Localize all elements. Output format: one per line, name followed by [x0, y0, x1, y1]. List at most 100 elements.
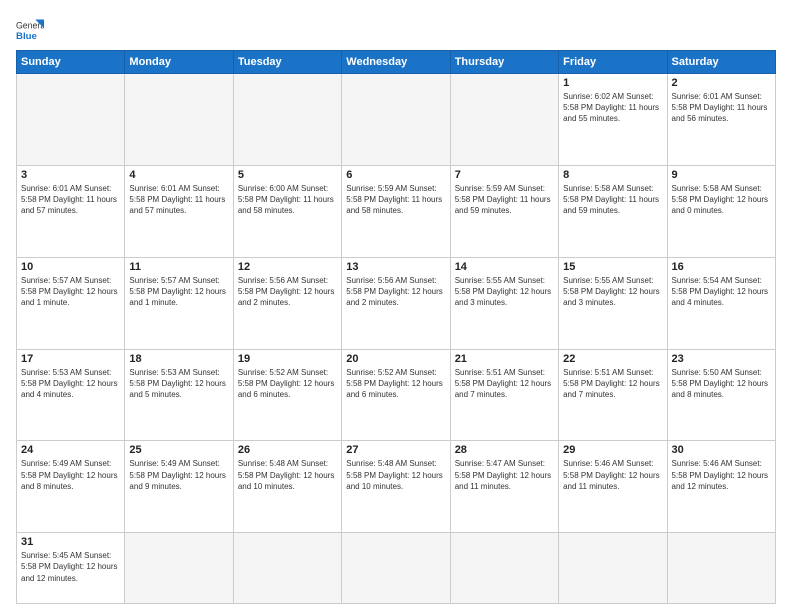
day-number: 7 [455, 169, 554, 181]
day-number: 3 [21, 169, 120, 181]
calendar-day-cell: 16Sunrise: 5:54 AM Sunset: 5:58 PM Dayli… [667, 257, 775, 349]
day-info: Sunrise: 5:52 AM Sunset: 5:58 PM Dayligh… [346, 367, 445, 401]
calendar-day-cell: 31 Sunrise: 5:45 AM Sunset: 5:58 PM Dayli… [17, 533, 125, 604]
calendar-day-cell: 13Sunrise: 5:56 AM Sunset: 5:58 PM Dayli… [342, 257, 450, 349]
calendar-day-cell: 14 Sunrise: 5:55 AM Sunset: 5:58 PM Dayli… [450, 257, 558, 349]
calendar-day-cell: 25Sunrise: 5:49 AM Sunset: 5:58 PM Dayli… [125, 441, 233, 533]
calendar-day-cell [125, 74, 233, 166]
calendar-day-cell: 24 Sunrise: 5:49 AM Sunset: 5:58 PM Dayli… [17, 441, 125, 533]
page: General Blue SundayMondayTuesdayWednesda… [0, 0, 792, 612]
day-info: Sunrise: 5:51 AM Sunset: 5:58 PM Dayligh… [455, 367, 554, 401]
day-info: Sunrise: 5:57 AM Sunset: 5:58 PM Dayligh… [21, 275, 120, 309]
calendar-week-row: 3 Sunrise: 6:01 AM Sunset: 5:58 PM Daylig… [17, 165, 776, 257]
day-number: 18 [129, 353, 228, 365]
calendar-day-cell: 20Sunrise: 5:52 AM Sunset: 5:58 PM Dayli… [342, 349, 450, 441]
day-info: Sunrise: 5:56 AM Sunset: 5:58 PM Dayligh… [238, 275, 337, 309]
day-number: 29 [563, 444, 662, 456]
calendar-day-cell: 3 Sunrise: 6:01 AM Sunset: 5:58 PM Daylig… [17, 165, 125, 257]
day-number: 2 [672, 77, 771, 89]
calendar-day-cell [450, 533, 558, 604]
calendar-week-row: 24 Sunrise: 5:49 AM Sunset: 5:58 PM Dayli… [17, 441, 776, 533]
calendar-day-cell: 5 Sunrise: 6:00 AM Sunset: 5:58 PM Daylig… [233, 165, 341, 257]
header-area: General Blue [16, 12, 776, 44]
calendar-day-cell: 26Sunrise: 5:48 AM Sunset: 5:58 PM Dayli… [233, 441, 341, 533]
calendar-day-cell: 2 Sunrise: 6:01 AM Sunset: 5:58 PM Daylig… [667, 74, 775, 166]
day-number: 4 [129, 169, 228, 181]
day-info: Sunrise: 5:54 AM Sunset: 5:58 PM Dayligh… [672, 275, 771, 309]
weekday-header-wednesday: Wednesday [342, 51, 450, 74]
svg-text:Blue: Blue [16, 31, 37, 42]
day-info: Sunrise: 5:52 AM Sunset: 5:58 PM Dayligh… [238, 367, 337, 401]
calendar-day-cell [125, 533, 233, 604]
weekday-header-thursday: Thursday [450, 51, 558, 74]
weekday-header-monday: Monday [125, 51, 233, 74]
calendar-header-row: SundayMondayTuesdayWednesdayThursdayFrid… [17, 51, 776, 74]
day-number: 9 [672, 169, 771, 181]
calendar-day-cell: 22 Sunrise: 5:51 AM Sunset: 5:58 PM Dayli… [559, 349, 667, 441]
logo: General Blue [16, 16, 44, 44]
day-number: 23 [672, 353, 771, 365]
day-info: Sunrise: 5:46 AM Sunset: 5:58 PM Dayligh… [563, 458, 662, 492]
calendar-day-cell [450, 74, 558, 166]
day-info: Sunrise: 5:53 AM Sunset: 5:58 PM Dayligh… [129, 367, 228, 401]
calendar-day-cell: 4 Sunrise: 6:01 AM Sunset: 5:58 PM Daylig… [125, 165, 233, 257]
day-info: Sunrise: 5:55 AM Sunset: 5:58 PM Dayligh… [455, 275, 554, 309]
calendar-day-cell: 15 Sunrise: 5:55 AM Sunset: 5:58 PM Dayli… [559, 257, 667, 349]
calendar-table: SundayMondayTuesdayWednesdayThursdayFrid… [16, 50, 776, 604]
weekday-header-sunday: Sunday [17, 51, 125, 74]
day-number: 22 [563, 353, 662, 365]
calendar-day-cell: 28 Sunrise: 5:47 AM Sunset: 5:58 PM Dayli… [450, 441, 558, 533]
calendar-day-cell: 9 Sunrise: 5:58 AM Sunset: 5:58 PM Daylig… [667, 165, 775, 257]
calendar-day-cell: 10 Sunrise: 5:57 AM Sunset: 5:58 PM Dayli… [17, 257, 125, 349]
calendar-day-cell [667, 533, 775, 604]
day-number: 30 [672, 444, 771, 456]
day-info: Sunrise: 5:50 AM Sunset: 5:58 PM Dayligh… [672, 367, 771, 401]
calendar-day-cell: 7 Sunrise: 5:59 AM Sunset: 5:58 PM Daylig… [450, 165, 558, 257]
day-info: Sunrise: 5:47 AM Sunset: 5:58 PM Dayligh… [455, 458, 554, 492]
day-info: Sunrise: 5:58 AM Sunset: 5:58 PM Dayligh… [563, 183, 662, 217]
calendar-day-cell: 6Sunrise: 5:59 AM Sunset: 5:58 PM Daylig… [342, 165, 450, 257]
day-number: 10 [21, 261, 120, 273]
day-number: 21 [455, 353, 554, 365]
day-number: 27 [346, 444, 445, 456]
day-number: 8 [563, 169, 662, 181]
day-number: 26 [238, 444, 337, 456]
day-number: 17 [21, 353, 120, 365]
day-info: Sunrise: 5:48 AM Sunset: 5:58 PM Dayligh… [346, 458, 445, 492]
day-number: 15 [563, 261, 662, 273]
calendar-week-row: 10 Sunrise: 5:57 AM Sunset: 5:58 PM Dayli… [17, 257, 776, 349]
calendar-day-cell: 11 Sunrise: 5:57 AM Sunset: 5:58 PM Dayli… [125, 257, 233, 349]
day-number: 24 [21, 444, 120, 456]
weekday-header-saturday: Saturday [667, 51, 775, 74]
calendar-week-row: 17 Sunrise: 5:53 AM Sunset: 5:58 PM Dayli… [17, 349, 776, 441]
calendar-day-cell: 29 Sunrise: 5:46 AM Sunset: 5:58 PM Dayli… [559, 441, 667, 533]
day-info: Sunrise: 6:00 AM Sunset: 5:58 PM Dayligh… [238, 183, 337, 217]
day-info: Sunrise: 5:49 AM Sunset: 5:58 PM Dayligh… [21, 458, 120, 492]
calendar-day-cell: 17 Sunrise: 5:53 AM Sunset: 5:58 PM Dayli… [17, 349, 125, 441]
day-info: Sunrise: 5:57 AM Sunset: 5:58 PM Dayligh… [129, 275, 228, 309]
day-info: Sunrise: 5:45 AM Sunset: 5:58 PM Dayligh… [21, 550, 120, 584]
day-info: Sunrise: 5:55 AM Sunset: 5:58 PM Dayligh… [563, 275, 662, 309]
calendar-day-cell [233, 533, 341, 604]
day-number: 31 [21, 536, 120, 548]
day-info: Sunrise: 5:58 AM Sunset: 5:58 PM Dayligh… [672, 183, 771, 217]
day-number: 14 [455, 261, 554, 273]
calendar-day-cell [233, 74, 341, 166]
day-info: Sunrise: 6:01 AM Sunset: 5:58 PM Dayligh… [129, 183, 228, 217]
day-number: 28 [455, 444, 554, 456]
day-info: Sunrise: 5:59 AM Sunset: 5:58 PM Dayligh… [346, 183, 445, 217]
calendar-day-cell [342, 533, 450, 604]
calendar-week-row: 31 Sunrise: 5:45 AM Sunset: 5:58 PM Dayli… [17, 533, 776, 604]
day-info: Sunrise: 5:51 AM Sunset: 5:58 PM Dayligh… [563, 367, 662, 401]
day-number: 12 [238, 261, 337, 273]
day-number: 11 [129, 261, 228, 273]
day-info: Sunrise: 5:53 AM Sunset: 5:58 PM Dayligh… [21, 367, 120, 401]
day-info: Sunrise: 6:01 AM Sunset: 5:58 PM Dayligh… [672, 91, 771, 125]
calendar-day-cell: 21 Sunrise: 5:51 AM Sunset: 5:58 PM Dayli… [450, 349, 558, 441]
calendar-day-cell: 18 Sunrise: 5:53 AM Sunset: 5:58 PM Dayli… [125, 349, 233, 441]
day-info: Sunrise: 6:01 AM Sunset: 5:58 PM Dayligh… [21, 183, 120, 217]
day-number: 5 [238, 169, 337, 181]
calendar-day-cell: 12 Sunrise: 5:56 AM Sunset: 5:58 PM Dayli… [233, 257, 341, 349]
calendar-day-cell: 8 Sunrise: 5:58 AM Sunset: 5:58 PM Daylig… [559, 165, 667, 257]
day-info: Sunrise: 5:59 AM Sunset: 5:58 PM Dayligh… [455, 183, 554, 217]
